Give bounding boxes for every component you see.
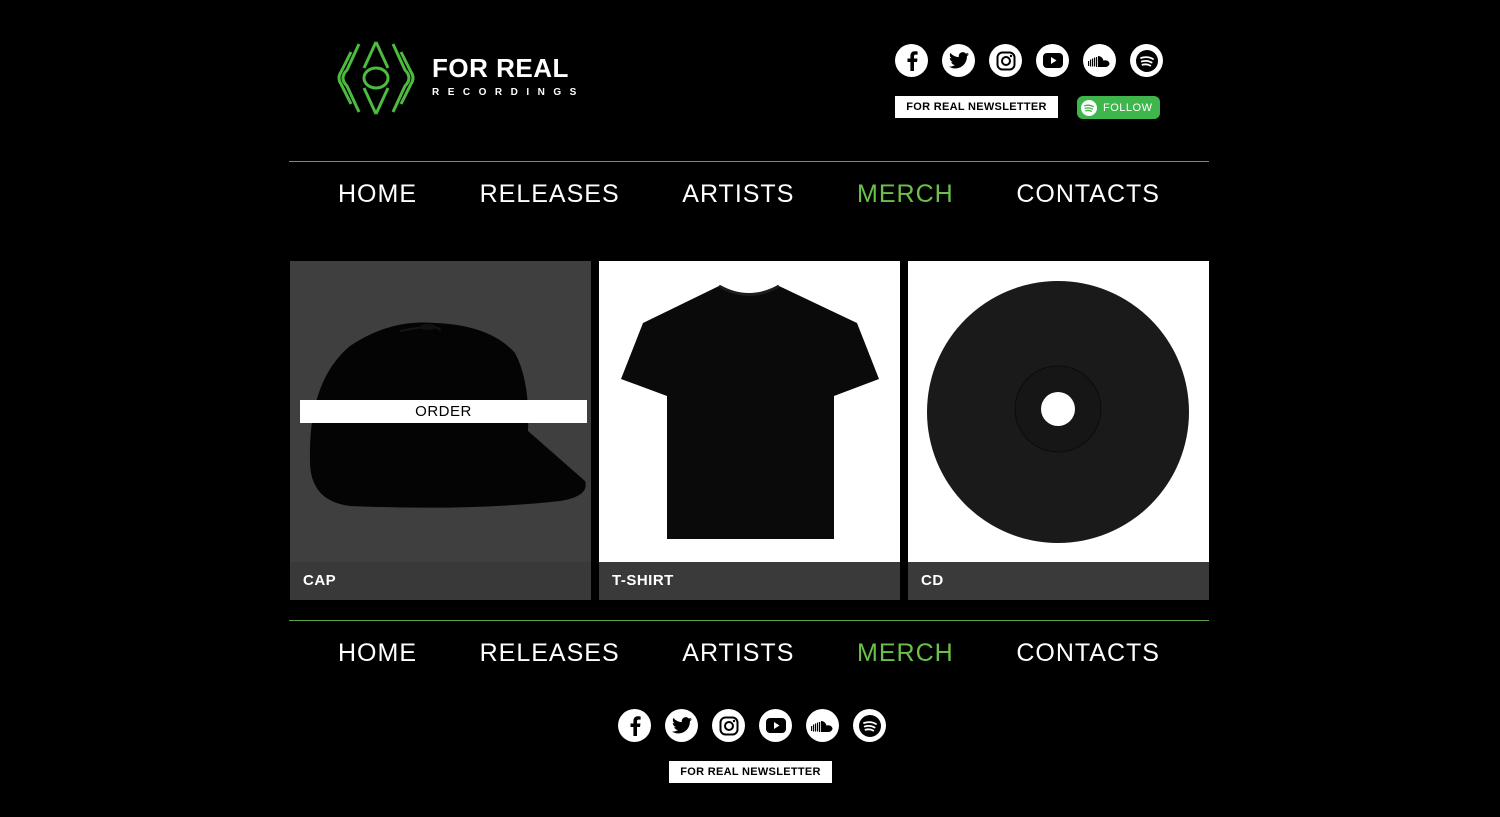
footer-nav-releases[interactable]: RELEASES — [480, 639, 620, 668]
brand-tagline: RECORDINGS — [432, 87, 585, 98]
nav-item-artists[interactable]: ARTISTS — [682, 180, 794, 209]
youtube-icon[interactable] — [1036, 44, 1069, 77]
facebook-icon[interactable] — [895, 44, 928, 77]
social-links-header — [895, 44, 1163, 77]
nav-divider-top — [289, 161, 1209, 162]
main-nav: HOME RELEASES ARTISTS MERCH CONTACTS — [338, 180, 1160, 209]
product-name-cd: CD — [908, 562, 1209, 600]
product-image-tshirt — [599, 261, 900, 562]
tshirt-image — [621, 284, 879, 539]
nav-item-merch[interactable]: MERCH — [857, 180, 954, 209]
product-card-tshirt[interactable]: T-SHIRT — [599, 261, 900, 600]
product-image-cd — [908, 261, 1209, 562]
soundcloud-icon[interactable] — [806, 709, 839, 742]
footer-nav: HOME RELEASES ARTISTS MERCH CONTACTS — [338, 639, 1160, 668]
spotify-icon[interactable] — [1130, 44, 1163, 77]
instagram-icon[interactable] — [712, 709, 745, 742]
twitter-icon[interactable] — [942, 44, 975, 77]
nav-divider-bottom — [289, 620, 1209, 621]
facebook-icon[interactable] — [618, 709, 651, 742]
footer-nav-merch[interactable]: MERCH — [857, 639, 954, 668]
nav-item-releases[interactable]: RELEASES — [480, 180, 620, 209]
product-image-cap: ORDER — [290, 261, 591, 562]
product-card-cap[interactable]: ORDER CAP — [290, 261, 591, 600]
newsletter-button[interactable]: FOR REAL NEWSLETTER — [895, 96, 1058, 118]
product-name-cap: CAP — [290, 562, 591, 600]
nav-item-contacts[interactable]: CONTACTS — [1016, 180, 1160, 209]
cd-image — [927, 281, 1189, 543]
footer-nav-home[interactable]: HOME — [338, 639, 417, 668]
footer-newsletter-button[interactable]: FOR REAL NEWSLETTER — [669, 761, 832, 783]
product-name-tshirt: T-SHIRT — [599, 562, 900, 600]
twitter-icon[interactable] — [665, 709, 698, 742]
product-card-cd[interactable]: CD — [908, 261, 1209, 600]
soundcloud-icon[interactable] — [1083, 44, 1116, 77]
brand-name: FOR REAL — [432, 53, 569, 83]
footer-nav-artists[interactable]: ARTISTS — [682, 639, 794, 668]
logo-mark-icon — [337, 41, 415, 115]
nav-item-home[interactable]: HOME — [338, 180, 417, 209]
youtube-icon[interactable] — [759, 709, 792, 742]
page: FOR REAL RECORDINGS FOR REAL NEWSLETTER … — [289, 0, 1210, 817]
logo[interactable]: FOR REAL RECORDINGS — [337, 40, 576, 116]
spotify-icon[interactable] — [853, 709, 886, 742]
footer-nav-contacts[interactable]: CONTACTS — [1016, 639, 1160, 668]
merch-grid: ORDER CAP T-SHIRT CD — [290, 261, 1209, 600]
follow-label: FOLLOW — [1103, 101, 1153, 114]
spotify-icon — [1081, 99, 1097, 116]
order-button[interactable]: ORDER — [300, 400, 587, 423]
spotify-follow-button[interactable]: FOLLOW — [1077, 96, 1160, 119]
social-links-footer — [618, 709, 886, 742]
instagram-icon[interactable] — [989, 44, 1022, 77]
